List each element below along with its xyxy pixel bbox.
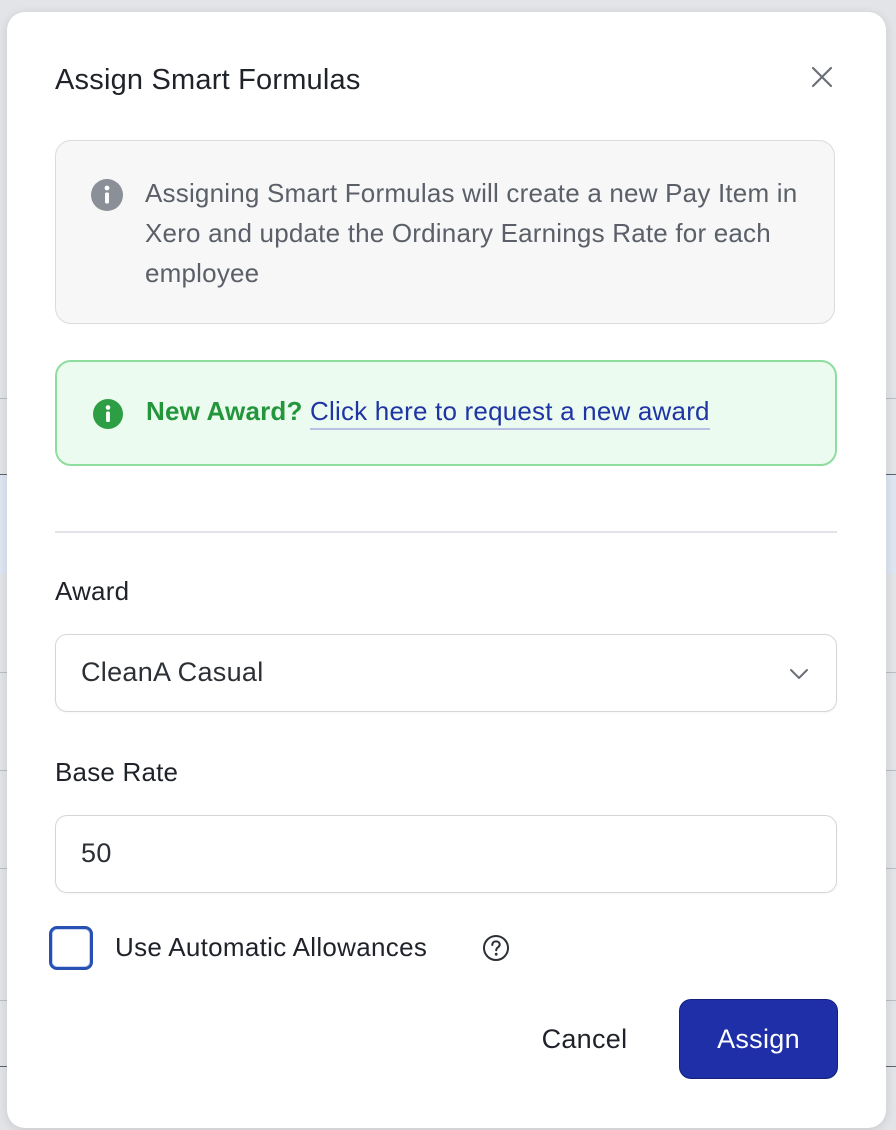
info-circle-icon (93, 399, 123, 429)
info-notice: Assigning Smart Formulas will create a n… (55, 140, 835, 324)
assign-smart-formulas-dialog: Assign Smart Formulas Assigning Smart Fo… (7, 12, 886, 1128)
close-icon (811, 66, 833, 88)
assign-button[interactable]: Assign (679, 999, 838, 1079)
info-notice-text: Assigning Smart Formulas will create a n… (145, 178, 798, 288)
new-award-notice: New Award? Click here to request a new a… (55, 360, 837, 466)
new-award-text: New Award? Click here to request a new a… (146, 396, 710, 430)
section-divider (55, 531, 837, 533)
base-rate-input[interactable]: 50 (55, 815, 837, 893)
question-circle-icon[interactable] (482, 934, 510, 962)
chevron-down-icon (790, 669, 808, 679)
award-label: Award (55, 576, 130, 606)
close-button[interactable] (807, 62, 837, 92)
new-award-question: New Award? (146, 396, 303, 426)
automatic-allowances-label: Use Automatic Allowances (115, 932, 428, 962)
info-circle-icon (91, 179, 123, 211)
dialog-title: Assign Smart Formulas (55, 64, 361, 96)
request-new-award-link[interactable]: Click here to request a new award (310, 396, 710, 430)
base-rate-label: Base Rate (55, 757, 179, 787)
cancel-button[interactable]: Cancel (517, 1000, 652, 1078)
base-rate-value: 50 (81, 838, 112, 868)
automatic-allowances-checkbox[interactable] (49, 926, 93, 970)
award-select-value: CleanA Casual (81, 657, 264, 687)
award-select[interactable]: CleanA Casual (55, 634, 837, 712)
